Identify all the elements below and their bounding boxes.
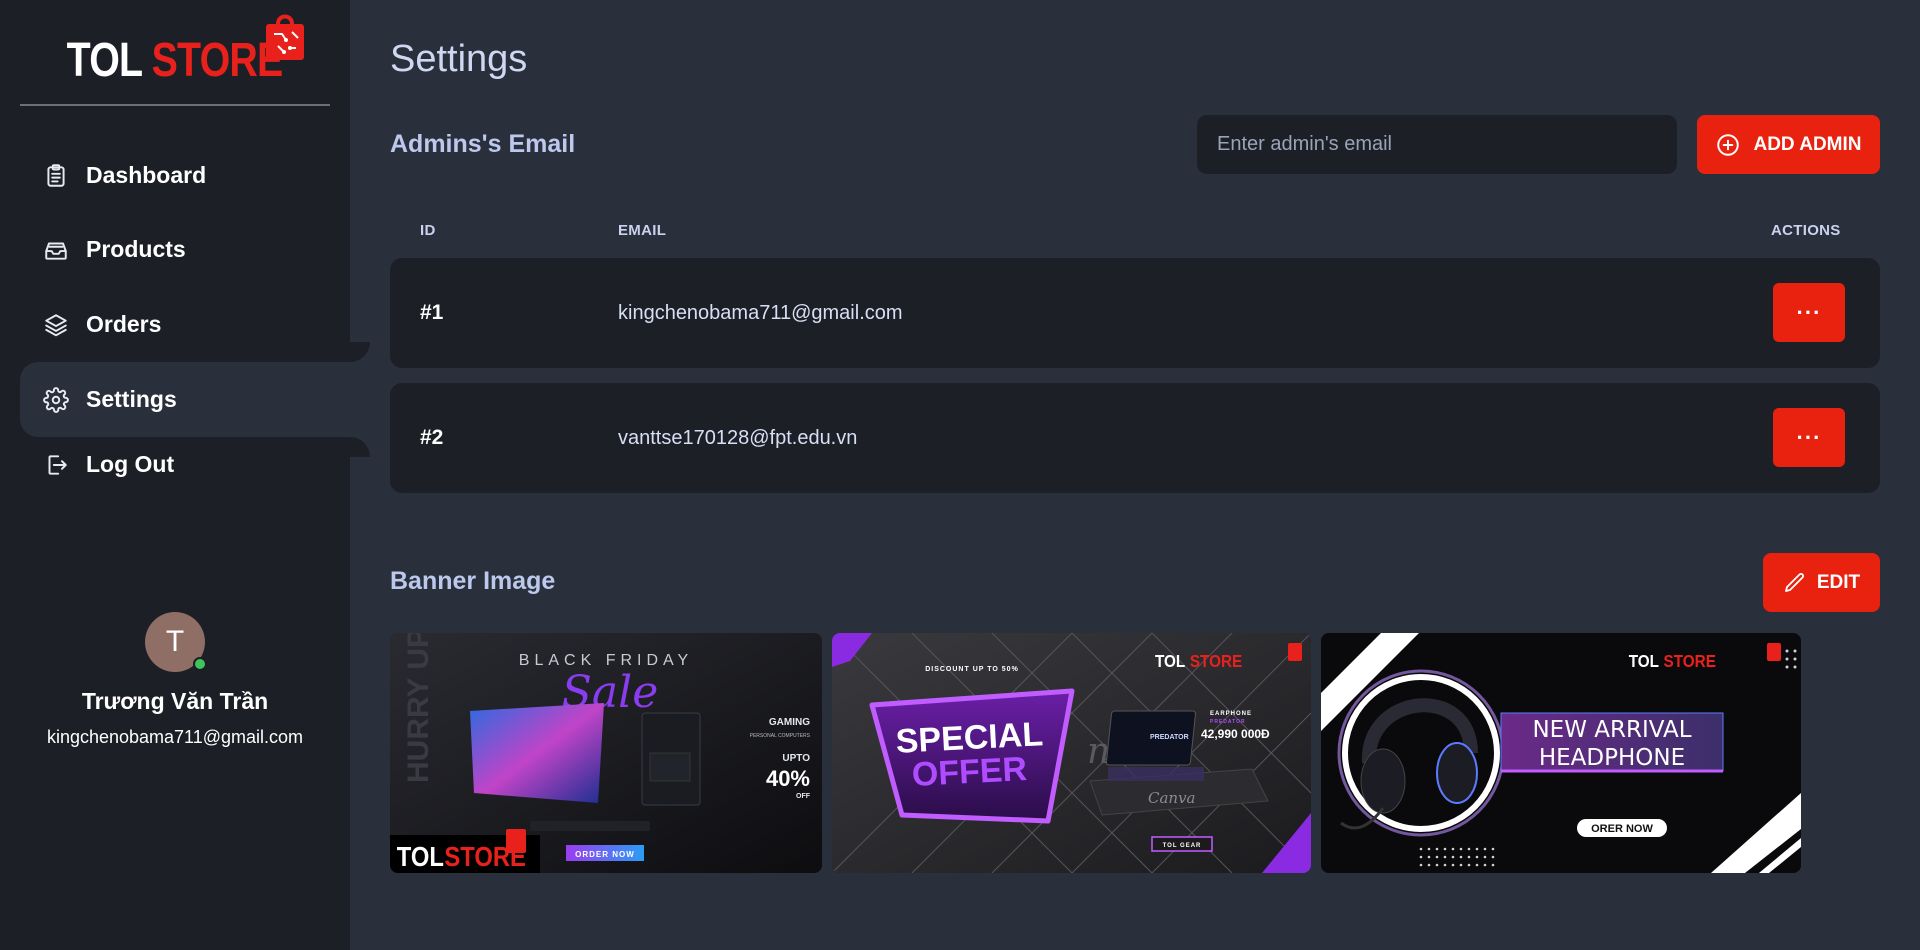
edit-banner-label: EDIT <box>1816 571 1861 593</box>
banner-cta-label: TOL GEAR <box>1163 843 1202 849</box>
column-header-email: EMAIL <box>618 222 667 239</box>
monitor-graphic <box>470 703 604 803</box>
banner-side-sublabel: PERSONAL COMPUTERS <box>750 733 811 739</box>
admins-section-title: Admins's Email <box>390 130 576 158</box>
banner-image-new-arrival[interactable]: NEW ARRIVAL HEADPHONE ORER NOW TOL STORE <box>1321 633 1801 873</box>
brand-word-tol: TOL <box>67 33 143 87</box>
table-row: #1 kingchenobama711@gmail.com ··· <box>390 258 1880 368</box>
banner-price: 42,990 000Đ <box>1201 727 1270 741</box>
banner-product-sublabel: PREDATOR <box>1210 719 1246 725</box>
banner-brand-store: STORE <box>1664 651 1716 671</box>
plus-circle-icon <box>1717 133 1740 156</box>
brand-wordmark: TOL STORE <box>67 33 284 88</box>
sidebar-item-settings[interactable]: Settings <box>20 362 350 437</box>
user-email: kingchenobama711@gmail.com <box>46 727 304 747</box>
sidebar-item-label: Dashboard <box>86 162 207 188</box>
more-icon: ··· <box>1796 299 1822 325</box>
banner-brand-tol: TOL <box>397 840 444 872</box>
edit-banner-button[interactable]: EDIT <box>1763 553 1880 612</box>
active-curve-top <box>350 342 370 362</box>
laptop-screen-label: PREDATOR <box>1150 734 1189 741</box>
column-header-id: ID <box>420 222 436 239</box>
inbox-icon <box>42 236 70 264</box>
page-title: Settings <box>390 38 528 80</box>
banner-cta-label: ORDER NOW <box>575 850 635 859</box>
banner-special-offer-art: DISCOUNT UP TO 50% SPECIAL OFFER nv PRED… <box>832 633 1311 873</box>
active-curve-bottom <box>350 437 370 457</box>
sidebar-item-products[interactable]: Products <box>20 212 350 287</box>
canva-watermark: Canva <box>1148 789 1196 807</box>
app: TOL STORE Dashboard Products Orders Sett… <box>0 0 1920 950</box>
more-icon: ··· <box>1796 424 1822 450</box>
logout-icon <box>42 451 70 479</box>
row-email: kingchenobama711@gmail.com <box>618 301 903 324</box>
keyboard-graphic <box>530 821 650 831</box>
banner-side-label: GAMING <box>769 717 810 728</box>
sidebar-item-dashboard[interactable]: Dashboard <box>20 138 350 213</box>
gear-icon <box>42 386 70 414</box>
row-id: #2 <box>420 426 444 449</box>
row-email: vanttse170128@fpt.edu.vn <box>618 426 858 449</box>
shopping-bag-icon <box>1288 643 1302 661</box>
banner-headline-accent: OFFER <box>911 750 1028 794</box>
shopping-bag-icon <box>506 829 526 853</box>
banner-cta-label: ORER NOW <box>1591 823 1653 835</box>
sidebar-item-orders[interactable]: Orders <box>20 287 350 362</box>
layers-icon <box>42 311 70 339</box>
sidebar-item-logout[interactable]: Log Out <box>20 427 350 502</box>
user-profile: T Trương Văn Trần kingchenobama711@gmail… <box>0 612 350 748</box>
banner-off: OFF <box>796 793 811 800</box>
banner-image-special-offer[interactable]: DISCOUNT UP TO 50% SPECIAL OFFER nv PRED… <box>832 633 1311 873</box>
admin-email-input[interactable] <box>1197 115 1677 174</box>
banner-brand-tol: TOL <box>1629 651 1659 671</box>
brand-logo[interactable]: TOL STORE <box>20 0 330 106</box>
sidebar-item-label: Settings <box>86 386 177 412</box>
shopping-bag-icon <box>1767 643 1781 661</box>
table-row: #2 vanttse170128@fpt.edu.vn ··· <box>390 383 1880 493</box>
row-actions-button[interactable]: ··· <box>1773 283 1845 342</box>
column-header-actions: ACTIONS <box>1771 222 1841 239</box>
shopping-bag-icon <box>266 14 304 60</box>
banner-vertical-text: HURRY UP! <box>402 633 435 783</box>
row-actions-button[interactable]: ··· <box>1773 408 1845 467</box>
banner-upto: UPTO <box>782 753 810 764</box>
banner-black-friday-art: HURRY UP! BLACK FRIDAY Sale GAMING PERSO… <box>390 633 822 873</box>
sidebar-item-label: Orders <box>86 311 162 337</box>
sidebar: TOL STORE Dashboard Products Orders Sett… <box>0 0 370 950</box>
banner-headline: NEW ARRIVAL <box>1532 717 1691 743</box>
add-admin-label: ADD ADMIN <box>1753 133 1862 155</box>
banner-percent: 40% <box>766 766 810 791</box>
banner-section-title: Banner Image <box>390 567 556 595</box>
online-status-dot <box>193 657 207 671</box>
sidebar-item-label: Products <box>86 236 186 262</box>
banner-brand-tol: TOL <box>1155 651 1185 671</box>
clipboard-icon <box>42 162 70 190</box>
user-name: Trương Văn Trần <box>81 688 269 714</box>
banner-headline-sub: HEADPHONE <box>1539 745 1685 771</box>
banner-brand-store: STORE <box>1190 651 1242 671</box>
pencil-icon <box>1784 572 1804 592</box>
row-id: #1 <box>420 301 444 324</box>
banner-new-arrival-art: NEW ARRIVAL HEADPHONE ORER NOW TOL STORE <box>1321 633 1801 873</box>
banner-image-black-friday[interactable]: HURRY UP! BLACK FRIDAY Sale GAMING PERSO… <box>390 633 822 873</box>
add-admin-button[interactable]: ADD ADMIN <box>1697 115 1880 174</box>
banner-product-label: EARPHONE <box>1210 711 1252 717</box>
avatar-initial: T <box>165 625 185 658</box>
avatar[interactable]: T <box>145 612 207 672</box>
sidebar-item-label: Log Out <box>86 451 175 477</box>
banner-discount-text: DISCOUNT UP TO 50% <box>925 666 1019 673</box>
